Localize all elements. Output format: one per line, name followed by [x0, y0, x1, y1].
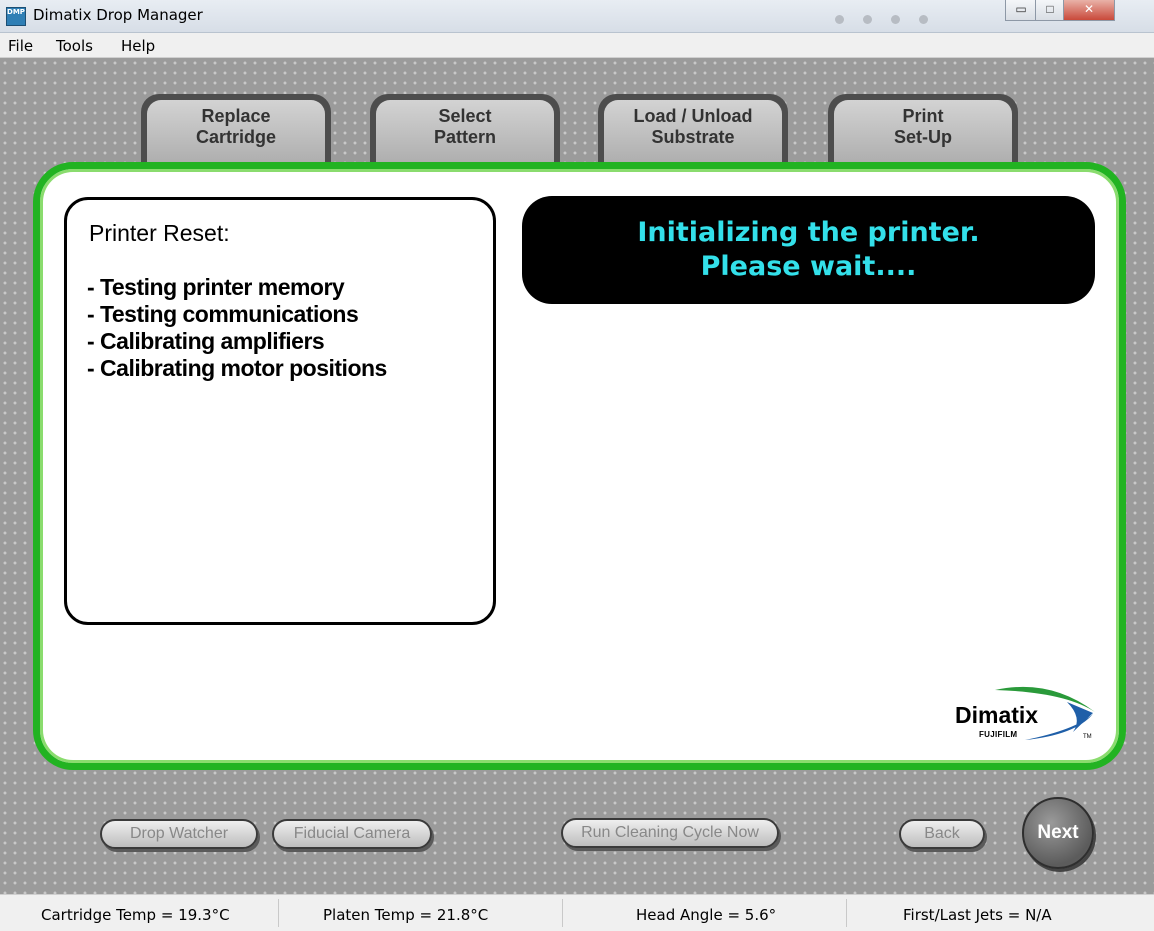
status-bar: Cartridge Temp = 19.3°C Platen Temp = 21…	[0, 894, 1154, 931]
tab-label: Set-Up	[894, 127, 952, 147]
status-message-line: Initializing the printer.	[637, 217, 980, 248]
maximize-button[interactable]: □	[1035, 0, 1065, 21]
main-area: Replace Cartridge Select Pattern Load / Un…	[0, 58, 1154, 894]
cartridge-temp: Cartridge Temp = 19.3°C	[41, 906, 230, 924]
dimatix-logo: Dimatix FUJIFILM TM	[955, 680, 1095, 740]
status-separator	[846, 899, 847, 927]
first-last-jets: First/Last Jets = N/A	[903, 906, 1052, 924]
tab-label: Cartridge	[195, 127, 276, 147]
tab-label: Replace	[201, 106, 271, 126]
logo-subtitle: FUJIFILM	[979, 730, 1018, 739]
reset-steps-list: - Testing printer memory - Testing commu…	[87, 274, 387, 382]
tab-label: Pattern	[433, 127, 496, 147]
app-icon: DMP	[6, 7, 26, 26]
reset-step: - Calibrating amplifiers	[87, 328, 325, 354]
window-title: Dimatix Drop Manager	[33, 6, 203, 24]
reset-step: - Testing communications	[87, 301, 359, 327]
menu-tools[interactable]: Tools	[56, 37, 93, 55]
tab-label: Load / Unload	[633, 106, 753, 126]
logo-name: Dimatix	[955, 702, 1039, 728]
menu-help[interactable]: Help	[121, 37, 155, 55]
title-bar: DMP Dimatix Drop Manager ▭ □ ✕	[0, 0, 1154, 33]
reset-title: Printer Reset:	[89, 220, 230, 246]
status-separator	[278, 899, 279, 927]
status-message-box: Initializing the printer. Please wait...…	[522, 196, 1095, 304]
reset-steps-box: Printer Reset: - Testing printer memory …	[64, 197, 496, 625]
head-angle: Head Angle = 5.6°	[636, 906, 777, 924]
tab-label: Substrate	[651, 127, 735, 147]
tab-label: Print	[902, 106, 944, 126]
minimize-button[interactable]: ▭	[1005, 0, 1037, 21]
tab-label: Select	[438, 106, 492, 126]
fiducial-camera-button[interactable]: Fiducial Camera	[272, 819, 432, 849]
status-separator	[562, 899, 563, 927]
run-cleaning-cycle-button[interactable]: Run Cleaning Cycle Now	[561, 818, 779, 848]
reset-step: - Testing printer memory	[87, 274, 345, 300]
status-message-line: Please wait....	[700, 251, 917, 282]
logo-trademark: TM	[1083, 734, 1092, 740]
menu-file[interactable]: File	[8, 37, 33, 55]
back-button[interactable]: Back	[899, 819, 985, 849]
close-button[interactable]: ✕	[1063, 0, 1115, 21]
platen-temp: Platen Temp = 21.8°C	[323, 906, 489, 924]
next-button[interactable]: Next	[1022, 797, 1094, 869]
drop-watcher-button[interactable]: Drop Watcher	[100, 819, 258, 849]
title-decoration	[835, 11, 947, 29]
reset-step: - Calibrating motor positions	[87, 355, 387, 381]
menu-bar: File Tools Help	[0, 33, 1154, 58]
